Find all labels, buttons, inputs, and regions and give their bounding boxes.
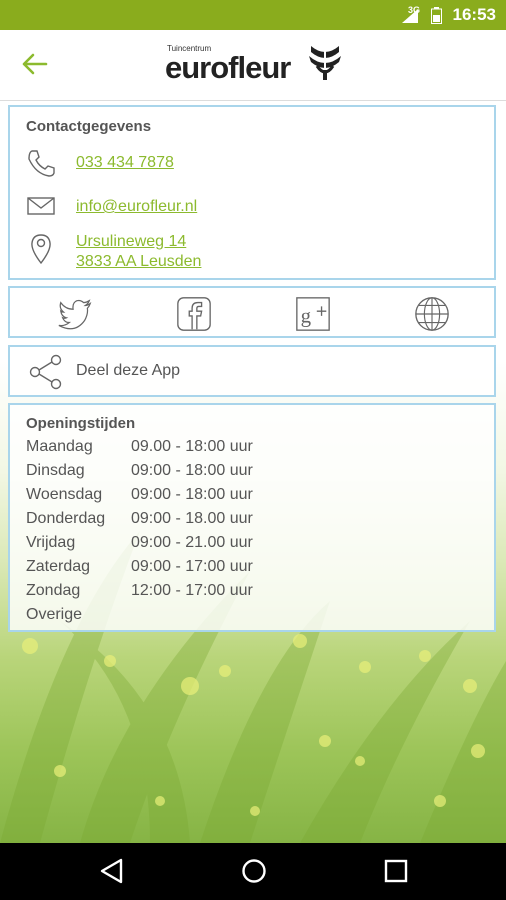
day-label: Overige	[26, 606, 83, 623]
brand-logo: Tuincentrum eurofleur	[165, 44, 345, 88]
hours-title: Openingstijden	[26, 415, 136, 432]
time-range: 12:00 - 17:00 uur	[131, 582, 253, 599]
day-label: Woensdag	[26, 486, 103, 503]
day-label: Dinsdag	[26, 462, 85, 479]
globe-icon[interactable]	[413, 295, 451, 333]
day-label: Zondag	[26, 582, 81, 599]
nav-home-icon[interactable]	[240, 857, 268, 885]
nav-back-icon[interactable]	[99, 857, 125, 885]
app-bar: Tuincentrum eurofleur	[0, 30, 506, 101]
twitter-icon[interactable]	[56, 295, 94, 333]
battery-icon	[431, 7, 442, 24]
google-plus-icon[interactable]: g	[294, 295, 332, 333]
status-bar: 3G 16:53	[0, 0, 506, 30]
system-nav-bar	[0, 843, 506, 900]
time-range: 09:00 - 18.00 uur	[131, 510, 253, 527]
time-range: 09:00 - 17:00 uur	[131, 558, 253, 575]
facebook-icon[interactable]	[175, 295, 213, 333]
opening-hours-card: Openingstijden Maandag 09.00 - 18:00 uur …	[8, 403, 496, 632]
share-app-button[interactable]: Deel deze App	[8, 345, 496, 397]
svg-text:g: g	[301, 304, 312, 328]
address-line1-link[interactable]: Ursulineweg 14	[76, 232, 186, 252]
arrow-left-icon[interactable]	[18, 50, 52, 78]
email-row: info@eurofleur.nl	[26, 194, 466, 222]
time-range: 09:00 - 18:00 uur	[131, 462, 253, 479]
day-label: Zaterdag	[26, 558, 91, 575]
mail-icon	[27, 197, 55, 215]
contact-card: Contactgegevens 033 434 7878 info@eurofl…	[8, 105, 496, 280]
share-icon	[29, 354, 62, 390]
clock: 16:53	[452, 5, 496, 24]
email-link[interactable]: info@eurofleur.nl	[76, 197, 197, 217]
day-label: Maandag	[26, 438, 93, 455]
day-label: Vrijdag	[26, 534, 76, 551]
contact-title: Contactgegevens	[26, 118, 152, 135]
social-card: g	[8, 286, 496, 338]
time-range: 09:00 - 21.00 uur	[131, 534, 253, 551]
eurofleur-flower-icon	[309, 46, 341, 80]
time-range: 09:00 - 18:00 uur	[131, 486, 253, 503]
nav-recents-icon[interactable]	[383, 857, 409, 885]
phone-icon	[28, 150, 55, 177]
phone-row: 033 434 7878	[26, 149, 466, 177]
signal-icon	[402, 9, 418, 23]
address-row: Ursulineweg 14 3833 AA Leusden	[26, 232, 466, 278]
location-pin-icon	[31, 234, 51, 265]
phone-link[interactable]: 033 434 7878	[76, 153, 174, 173]
address-line2-link[interactable]: 3833 AA Leusden	[76, 252, 201, 272]
time-range: 09.00 - 18:00 uur	[131, 438, 253, 455]
logo-wordmark: eurofleur	[165, 50, 291, 85]
share-label: Deel deze App	[76, 362, 181, 379]
day-label: Donderdag	[26, 510, 106, 527]
